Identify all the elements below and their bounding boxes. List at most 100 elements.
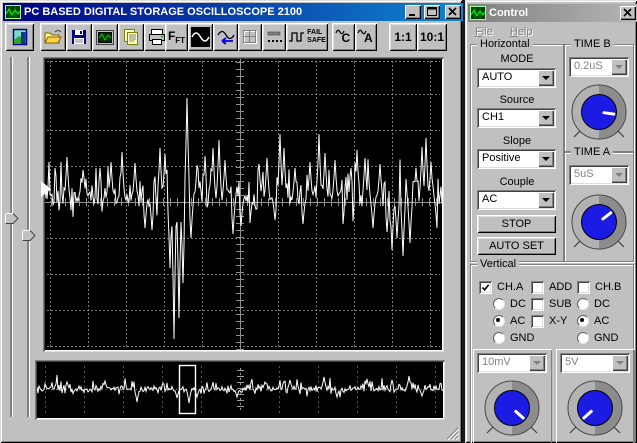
preview-display <box>35 360 445 420</box>
sub-label: SUB <box>549 298 572 310</box>
ratio-1-1-label: 1:1 <box>394 30 411 44</box>
sine-c-button[interactable]: C <box>332 23 355 51</box>
xy-label: X-Y <box>549 315 567 327</box>
channel-b-slider-thumb[interactable] <box>22 230 36 241</box>
save-button[interactable] <box>66 23 92 51</box>
auto-set-button[interactable]: AUTO SET <box>477 237 556 255</box>
oscilloscope-window: PC BASED DIGITAL STORAGE OSCILLOSCOPE 21… <box>0 0 462 443</box>
slope-label: Slope <box>471 135 563 147</box>
slope-select[interactable]: Positive <box>477 149 556 169</box>
time-b-knob[interactable] <box>568 81 630 143</box>
control-close-icon <box>622 8 634 18</box>
scope-display <box>43 57 444 352</box>
slope-select-value: Positive <box>477 149 536 169</box>
notes-button[interactable] <box>118 23 144 51</box>
time-b-select[interactable]: 0.2uS <box>569 57 629 77</box>
time-b-select-arrow <box>611 59 627 75</box>
window-title: PC BASED DIGITAL STORAGE OSCILLOSCOPE 21… <box>24 6 402 18</box>
sine-c-icon: C <box>335 27 353 47</box>
trigger-level-marker[interactable] <box>41 181 51 197</box>
exit-button[interactable] <box>5 23 34 51</box>
maximize-icon <box>426 7 438 17</box>
ch-b-panel: 5V <box>556 349 635 443</box>
ch-a-range-arrow <box>529 355 545 371</box>
control-close-button[interactable] <box>620 6 636 20</box>
source-select-arrow[interactable] <box>538 110 554 126</box>
right-dc-radio[interactable] <box>577 298 589 310</box>
invert-display-button[interactable] <box>188 23 213 51</box>
horizontal-group: Horizontal MODE AUTO Source CH1 Slope Po… <box>470 44 564 262</box>
control-window: Control File Help Horizontal MODE AUTO S… <box>465 0 637 443</box>
left-gnd-label: GND <box>510 332 534 344</box>
channel-a-slider-thumb[interactable] <box>5 213 19 224</box>
source-select-value: CH1 <box>477 108 536 128</box>
xy-checkbox[interactable] <box>531 315 544 328</box>
minimize-button[interactable] <box>405 5 421 19</box>
fft-label: FFT <box>168 29 185 45</box>
ratio-1-1-button[interactable]: 1:1 <box>389 23 417 51</box>
minimize-icon <box>407 7 419 17</box>
time-a-select[interactable]: 5uS <box>569 165 629 185</box>
vertical-legend: Vertical <box>477 257 519 271</box>
left-ac-radio[interactable] <box>493 315 505 327</box>
fail-safe-label: FAILSAFE <box>307 29 326 45</box>
ch-b-gain-knob[interactable] <box>564 377 626 439</box>
right-dc-label: DC <box>594 298 610 310</box>
stop-button[interactable]: STOP <box>477 215 556 233</box>
inverted-sine-icon <box>191 27 210 47</box>
printer-icon <box>147 28 167 46</box>
restore-waveform-button[interactable] <box>213 23 238 51</box>
grid-icon <box>241 28 259 46</box>
time-a-select-value: 5uS <box>569 165 609 185</box>
capture-display-button[interactable] <box>92 23 118 51</box>
close-button[interactable] <box>445 5 461 19</box>
couple-select-arrow[interactable] <box>538 192 554 208</box>
source-select[interactable]: CH1 <box>477 108 556 128</box>
time-a-knob[interactable] <box>568 191 630 253</box>
open-button[interactable] <box>40 23 66 51</box>
notes-pages-icon <box>121 28 141 46</box>
mode-select-arrow[interactable] <box>538 70 554 86</box>
sub-checkbox[interactable] <box>531 298 544 311</box>
scope-waveform <box>45 59 442 350</box>
control-window-title: Control <box>489 7 617 19</box>
fail-safe-button[interactable]: FAILSAFE <box>286 23 328 51</box>
ch-b-range-select[interactable]: 5V <box>560 353 630 373</box>
vertical-group: Vertical CH.A ADD CH.B DC SUB DC AC X-Y … <box>470 264 634 443</box>
right-gnd-radio[interactable] <box>577 332 589 344</box>
ch-a-checkbox[interactable] <box>479 281 492 294</box>
exit-door-icon <box>10 27 30 47</box>
ch-a-label: CH.A <box>497 281 523 293</box>
couple-select-value: AC <box>477 190 536 210</box>
fft-button[interactable]: FFT <box>165 23 188 51</box>
add-label: ADD <box>549 281 572 293</box>
left-gnd-radio[interactable] <box>493 332 505 344</box>
ch-b-checkbox[interactable] <box>577 281 590 294</box>
source-label: Source <box>471 94 563 106</box>
resize-grip[interactable] <box>446 427 459 440</box>
ch-a-gain-knob[interactable] <box>481 377 543 439</box>
line-style-button[interactable] <box>262 23 286 51</box>
left-dc-label: DC <box>510 298 526 310</box>
ratio-10-1-button[interactable]: 10:1 <box>417 23 447 51</box>
main-titlebar: PC BASED DIGITAL STORAGE OSCILLOSCOPE 21… <box>3 3 463 21</box>
add-checkbox[interactable] <box>531 281 544 294</box>
right-ac-radio[interactable] <box>577 315 589 327</box>
maximize-button[interactable] <box>424 5 440 19</box>
close-icon <box>447 7 459 17</box>
square-wave-icon <box>288 29 305 45</box>
sine-a-button[interactable]: A <box>355 23 377 51</box>
channel-a-position-slider[interactable] <box>10 57 12 417</box>
time-a-select-arrow <box>611 167 627 183</box>
grid-toggle-button[interactable] <box>238 23 262 51</box>
mode-select[interactable]: AUTO <box>477 68 556 88</box>
mode-select-value: AUTO <box>477 68 536 88</box>
save-floppy-icon <box>70 28 88 46</box>
time-b-group: TIME B 0.2uS <box>564 44 634 152</box>
slope-select-arrow[interactable] <box>538 151 554 167</box>
left-dc-radio[interactable] <box>493 298 505 310</box>
preview-waveform <box>37 362 443 418</box>
ch-a-range-select[interactable]: 10mV <box>477 353 547 373</box>
time-b-select-value: 0.2uS <box>569 57 609 77</box>
couple-select[interactable]: AC <box>477 190 556 210</box>
